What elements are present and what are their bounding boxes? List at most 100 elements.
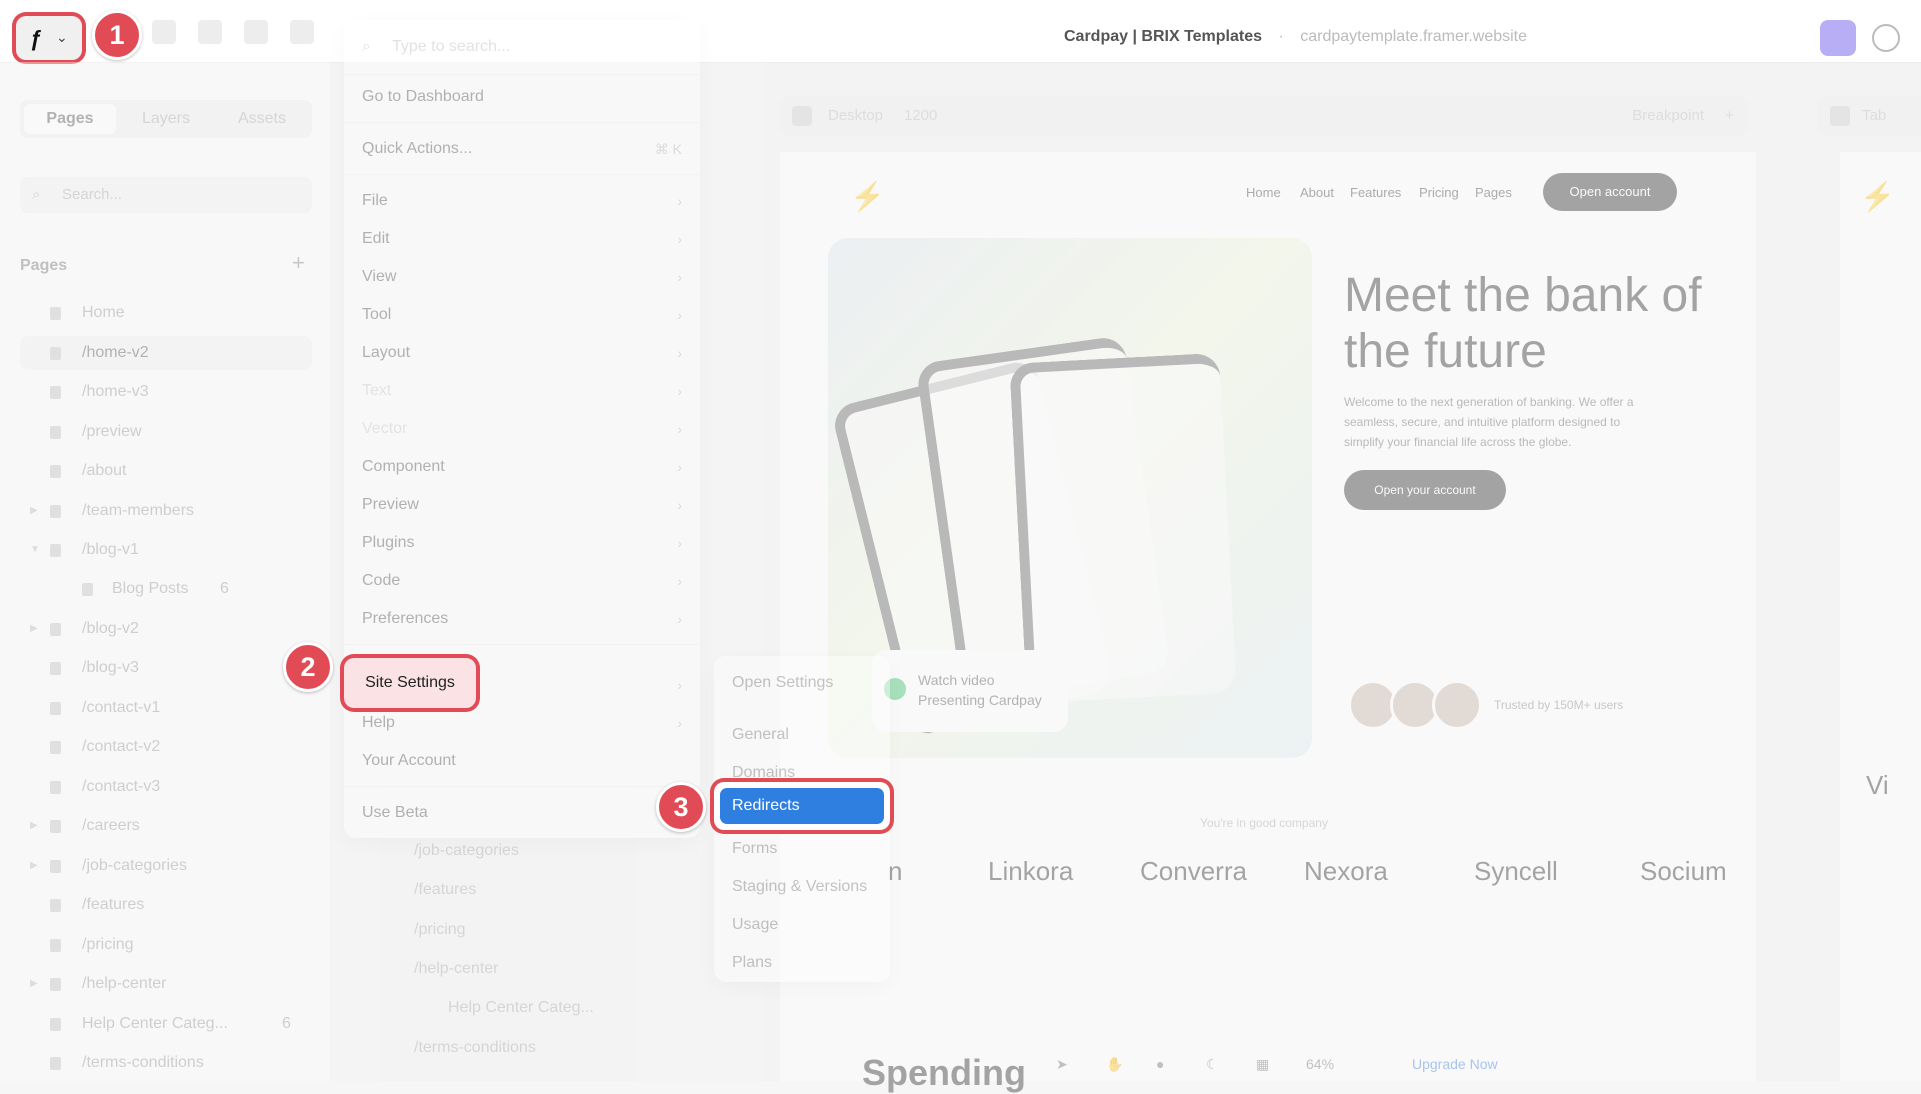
chevron-right-icon[interactable]: ▶ [30,809,38,843]
submenu-open-settings[interactable]: Open Settings [732,674,833,692]
page-item[interactable]: /preview [20,415,312,449]
page-item[interactable]: ▶ /help-center [20,967,312,1001]
cms-icon[interactable] [290,20,314,44]
site-nav-features[interactable]: Features [1350,185,1401,200]
brand-logo-icon: ⚡ [1860,181,1895,212]
menu-item-tool[interactable]: Tool › [362,296,682,334]
watch-video-card[interactable]: Watch video Presenting Cardpay [872,650,1068,732]
page-item[interactable]: /terms-conditions [20,1046,312,1080]
chevron-right-icon[interactable]: ▶ [30,494,38,528]
menu-item-go-to-dashboard[interactable]: Go to Dashboard [362,78,682,116]
page-item[interactable]: ▶ /blog-v2 [20,612,312,646]
submenu-redirects[interactable]: Redirects [714,782,890,830]
main-menu: ⌕ Type to search... Go to Dashboard Quic… [344,20,700,838]
menu-item-quick-actions[interactable]: Quick Actions... ⌘ K [362,130,682,168]
site-nav-pages[interactable]: Pages [1475,185,1512,200]
chevron-right-icon[interactable]: ▶ [30,967,38,1001]
insert-icon[interactable] [152,20,176,44]
add-breakpoint-icon[interactable]: + [1725,96,1734,136]
page-item[interactable]: /home-v2 [20,336,312,370]
tree-item[interactable]: /job-categories [414,842,519,860]
pointer-icon[interactable]: ➤ [1056,1048,1068,1081]
menu-item-preferences[interactable]: Preferences › [362,600,682,638]
tab-assets[interactable]: Assets [216,104,308,134]
page-item[interactable]: ▼ /blog-v1 [20,533,312,567]
cms-collection-icon [50,1018,61,1031]
site-url[interactable]: cardpaytemplate.framer.website [1300,28,1527,45]
page-icon [50,1057,61,1070]
submenu-general[interactable]: General [732,726,789,744]
chevron-down-icon[interactable]: ▼ [30,533,40,567]
site-nav-pricing[interactable]: Pricing [1419,185,1459,200]
page-item[interactable]: Help Center Categ... 6 [20,1007,312,1041]
pages-search-input[interactable]: ⌕ Search... [20,177,312,213]
page-item[interactable]: /features [20,888,312,922]
tree-item[interactable]: /help-center [414,960,499,978]
tab-pages[interactable]: Pages [24,104,116,134]
share-button[interactable] [1820,20,1856,56]
submenu-staging-versions[interactable]: Staging & Versions [732,878,867,896]
page-item[interactable]: /pricing [20,928,312,962]
page-item[interactable]: ▶ /job-categories [20,849,312,883]
page-item[interactable]: Home [20,296,312,330]
tree-item[interactable]: /pricing [414,921,466,939]
menu-item-layout[interactable]: Layout › [362,334,682,372]
submenu-plans[interactable]: Plans [732,954,772,972]
tablet-frame[interactable] [1840,152,1921,1081]
play-icon[interactable] [1830,106,1850,126]
page-item[interactable]: ▶ /team-members [20,494,312,528]
menu-search-input[interactable]: ⌕ Type to search... [344,20,700,75]
menu-item-use-beta[interactable]: Use Beta [362,794,682,832]
submenu-domains[interactable]: Domains [732,764,795,782]
hand-icon[interactable]: ✋ [1106,1048,1123,1081]
menu-item-help[interactable]: Help › [362,704,682,742]
tree-item[interactable]: /features [414,881,476,899]
layout-icon[interactable]: ▦ [1256,1048,1269,1081]
tree-item[interactable]: /terms-conditions [414,1039,536,1057]
site-nav-about[interactable]: About [1300,185,1334,200]
page-item[interactable]: Blog Posts 6 [20,572,312,606]
menu-item-code[interactable]: Code › [362,562,682,600]
menu-item-edit[interactable]: Edit › [362,220,682,258]
play-icon[interactable] [792,106,812,126]
breakpoint-label[interactable]: Breakpoint [1632,96,1704,136]
text-tool-icon[interactable] [198,20,222,44]
submenu-forms[interactable]: Forms [732,840,777,858]
upgrade-link[interactable]: Upgrade Now [1412,1048,1498,1081]
submenu-usage[interactable]: Usage [732,916,778,934]
tab-layers[interactable]: Layers [120,104,212,134]
page-item[interactable]: /contact-v3 [20,770,312,804]
site-nav-home[interactable]: Home [1246,185,1281,200]
page-item[interactable]: ▶ /careers [20,809,312,843]
page-item[interactable]: /contact-v2 [20,730,312,764]
page-item[interactable]: /blog-v3 [20,651,312,685]
comment-icon[interactable]: ● [1156,1048,1164,1081]
add-page-icon[interactable]: + [292,250,305,276]
menu-item-your-account[interactable]: Your Account [362,742,682,780]
menu-item-file[interactable]: File › [362,182,682,220]
next-frame-header[interactable]: Tab [1818,96,1921,136]
menu-item-component[interactable]: Component › [362,448,682,486]
menu-item-site-settings[interactable]: Site Settings [344,658,476,708]
open-account-button[interactable]: Open account [1543,173,1677,211]
dark-mode-icon[interactable]: ☾ [1206,1048,1219,1081]
open-your-account-button[interactable]: Open your account [1344,470,1506,510]
menu-item-plugins[interactable]: Plugins › [362,524,682,562]
chevron-right-icon: › [677,345,682,361]
vector-tool-icon[interactable] [244,20,268,44]
page-item[interactable]: /home-v3 [20,375,312,409]
frame-header[interactable]: Desktop 1200 Breakpoint + [780,96,1748,136]
framer-menu-button[interactable]: ƒ ⌄ [16,16,82,60]
menu-item-preview[interactable]: Preview › [362,486,682,524]
tree-item[interactable]: Help Center Categ... [448,999,594,1017]
chevron-right-icon: › [677,459,682,475]
globe-icon[interactable] [1872,24,1900,52]
zoom-level[interactable]: 64% [1306,1048,1334,1081]
page-item[interactable]: /about [20,454,312,488]
redirects-highlight[interactable]: Redirects [720,788,884,824]
menu-item-view[interactable]: View › [362,258,682,296]
page-item[interactable]: /contact-v1 [20,691,312,725]
brand-logo-icon: ⚡ [850,181,885,212]
chevron-right-icon[interactable]: ▶ [30,612,38,646]
chevron-right-icon[interactable]: ▶ [30,849,38,883]
